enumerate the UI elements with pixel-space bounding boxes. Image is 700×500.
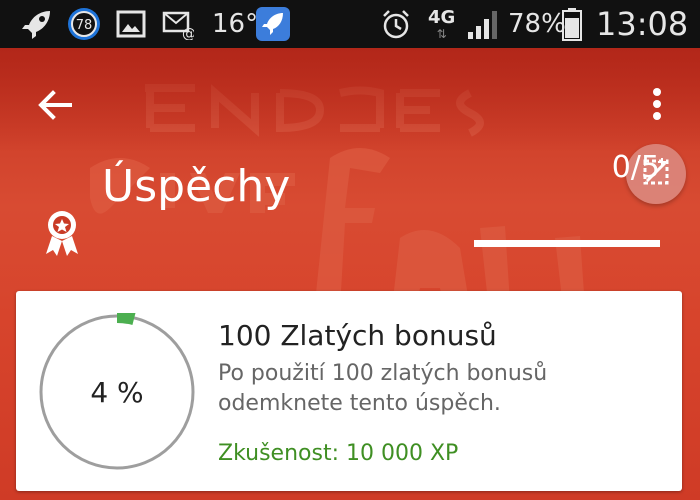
alarm-icon <box>380 0 412 48</box>
notification-badge-text: 78 <box>76 18 93 33</box>
achievement-description: Po použití 100 zlatých bonusů odemknete … <box>218 361 548 416</box>
badge-78-icon: 78 <box>66 0 102 48</box>
back-arrow-icon[interactable] <box>30 80 80 130</box>
app-rocket-icon <box>256 0 290 48</box>
battery-icon <box>562 0 582 48</box>
rocket-icon <box>20 0 54 48</box>
header-shade <box>0 48 700 152</box>
achievements-progress-bar <box>474 240 660 247</box>
battery-text: 78% <box>508 9 566 39</box>
more-vert-icon[interactable] <box>640 80 674 128</box>
achievement-title: 100 Zlatých bonusů <box>218 319 497 352</box>
progress-percent: 4 % <box>90 375 144 409</box>
image-icon <box>116 0 146 48</box>
page-title: Úspěchy <box>102 161 291 212</box>
email-icon: @ <box>162 0 194 48</box>
clock: 13:08 <box>596 5 689 43</box>
achievement-card[interactable]: 4 % 100 Zlatých bonusů Po použití 100 zl… <box>16 291 682 491</box>
temperature-text: 16° <box>212 9 259 39</box>
network-type: 4G ⇅ <box>428 0 455 48</box>
data-arrows-icon: ⇅ <box>436 27 447 41</box>
achievements-count: 0/5 <box>611 150 660 185</box>
award-ribbon-icon <box>42 208 82 258</box>
status-bar: 78 @ 16° 4G ⇅ 78% 13:08 <box>0 0 700 48</box>
signal-icon <box>466 0 500 48</box>
achievement-xp: Zkušenost: 10 000 XP <box>218 441 459 466</box>
progress-ring: 4 % <box>38 309 196 471</box>
network-type-text: 4G <box>428 7 456 28</box>
svg-text:@: @ <box>182 26 194 40</box>
